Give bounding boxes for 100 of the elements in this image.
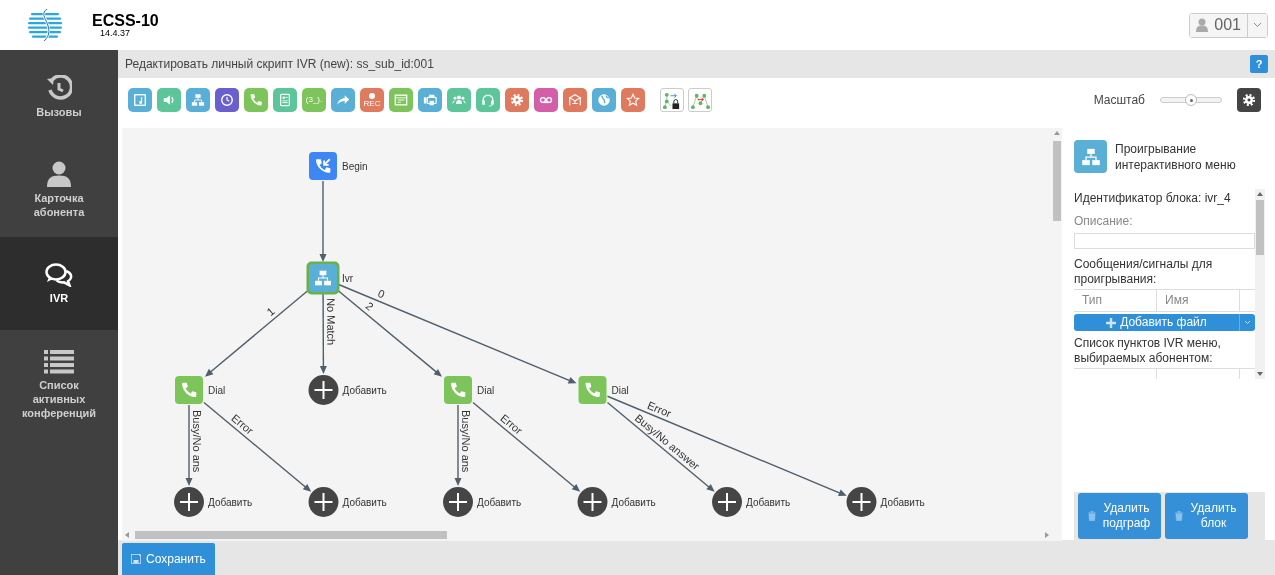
logo-icon xyxy=(27,7,63,43)
scroll-down-icon[interactable] xyxy=(1257,372,1263,376)
node-label: Добавить xyxy=(342,497,387,508)
zoom-label: Масштаб xyxy=(1093,92,1145,109)
tool-button[interactable] xyxy=(215,88,239,112)
panel-scrollbar[interactable] xyxy=(1255,189,1265,379)
tool-button[interactable] xyxy=(505,88,529,112)
chat-icon xyxy=(45,262,73,287)
dial-node[interactable] xyxy=(578,376,607,404)
scroll-up-icon[interactable] xyxy=(1257,192,1263,196)
scroll-up-icon[interactable] xyxy=(1054,131,1060,135)
user-button[interactable]: 001 xyxy=(1190,13,1247,37)
scrollbar-thumb[interactable] xyxy=(135,530,447,539)
trash-icon xyxy=(1174,511,1183,521)
caret-icon xyxy=(1253,22,1262,28)
star-icon xyxy=(626,93,640,107)
caret-icon xyxy=(1244,320,1251,326)
dial-node[interactable] xyxy=(444,376,472,404)
app-name: ECSS-10 xyxy=(92,12,159,29)
scroll-right-icon[interactable] xyxy=(1045,531,1049,538)
dial-node[interactable] xyxy=(175,376,203,404)
tool-button[interactable] xyxy=(621,88,645,112)
tool-button[interactable] xyxy=(418,88,442,112)
tool-button[interactable] xyxy=(273,88,297,112)
tool-button[interactable] xyxy=(476,88,500,112)
add-node[interactable] xyxy=(443,487,473,517)
edge-label: Busy/No ans xyxy=(460,410,472,473)
speaker-icon xyxy=(162,93,176,107)
delete-button[interactable]: Удалить подграф xyxy=(1078,493,1161,539)
graph-tool-button[interactable] xyxy=(660,88,684,112)
edge-label: 0 xyxy=(376,286,387,301)
messages-label: Сообщения/сигналы для проигрывания: xyxy=(1074,257,1214,288)
node-label: Begin xyxy=(342,161,368,172)
edge-label: No Match xyxy=(325,298,338,346)
block-type-icon xyxy=(1074,140,1107,173)
trash-icon xyxy=(1087,511,1096,521)
tool-button[interactable]: (3_). xyxy=(302,88,326,112)
node-label: Ivr xyxy=(342,273,354,284)
node-label: Dial xyxy=(477,385,495,396)
contact-card-icon xyxy=(278,93,292,107)
delete-button[interactable]: Удалить блок xyxy=(1165,493,1248,539)
tool-button[interactable] xyxy=(186,88,210,112)
begin-node[interactable] xyxy=(309,152,337,180)
graph-lock-icon xyxy=(662,90,682,110)
block-title: Проигрывание интерактивного меню xyxy=(1115,141,1237,173)
sidebar-item[interactable]: IVR xyxy=(0,237,118,330)
scrollbar-thumb[interactable] xyxy=(1256,200,1264,255)
help-button[interactable]: ? xyxy=(1250,55,1268,73)
settings-button[interactable] xyxy=(1237,88,1261,112)
zoom-slider[interactable] xyxy=(1160,93,1222,107)
save-icon xyxy=(131,554,141,564)
edge-label: 1 xyxy=(264,304,277,319)
printer-icon xyxy=(423,93,437,107)
settings-icon xyxy=(1242,93,1256,107)
node-label: Добавить xyxy=(611,497,656,508)
description-field[interactable] xyxy=(1074,233,1255,250)
tool-button[interactable] xyxy=(128,88,152,112)
tool-button[interactable] xyxy=(534,88,558,112)
add-node[interactable] xyxy=(712,487,742,517)
tool-button[interactable] xyxy=(563,88,587,112)
slider-thumb[interactable] xyxy=(1185,94,1197,106)
phone-icon xyxy=(249,93,263,107)
add-node[interactable] xyxy=(174,487,204,517)
tool-button[interactable] xyxy=(331,88,355,112)
add-node[interactable] xyxy=(308,375,339,405)
flowchart-icon xyxy=(191,93,205,107)
column-header: Имя xyxy=(1157,290,1240,312)
music-icon xyxy=(133,93,147,107)
tool-button[interactable] xyxy=(389,88,413,112)
description-label: Описание: xyxy=(1074,214,1134,229)
headset-icon xyxy=(481,93,495,107)
scrollbar-thumb[interactable] xyxy=(1053,141,1061,221)
tool-button[interactable] xyxy=(157,88,181,112)
tool-button[interactable] xyxy=(244,88,268,112)
edge-label: 2 xyxy=(363,299,376,313)
column-header: Тип xyxy=(1074,290,1157,312)
gear-icon xyxy=(510,93,524,107)
node-label: Добавить xyxy=(208,497,253,508)
people-icon xyxy=(452,93,466,107)
tool-button[interactable]: REC xyxy=(360,88,384,112)
edge-label: Busy/No ans xyxy=(191,410,203,473)
tool-button[interactable] xyxy=(447,88,471,112)
form-icon xyxy=(394,93,408,107)
tool-button[interactable] xyxy=(592,88,616,112)
add-node[interactable] xyxy=(308,487,339,517)
save-button[interactable]: Сохранить xyxy=(122,543,215,575)
node-label: Добавить xyxy=(880,497,925,508)
app-version: 14.4.37 xyxy=(100,28,132,38)
node-label: Добавить xyxy=(342,385,387,396)
user-icon xyxy=(1196,18,1209,32)
ivr-node[interactable] xyxy=(306,261,340,295)
scroll-left-icon[interactable] xyxy=(125,531,129,538)
network-icon xyxy=(568,93,582,107)
user-menu-button[interactable] xyxy=(1247,13,1267,37)
node-label: Добавить xyxy=(477,497,522,508)
node-label: Dial xyxy=(611,385,629,396)
person-icon xyxy=(47,161,71,187)
add-node[interactable] xyxy=(846,487,877,517)
editor-title: Редактировать личный скрипт IVR (new): ss_sub_id:001 xyxy=(125,56,434,73)
add-node[interactable] xyxy=(577,487,608,517)
